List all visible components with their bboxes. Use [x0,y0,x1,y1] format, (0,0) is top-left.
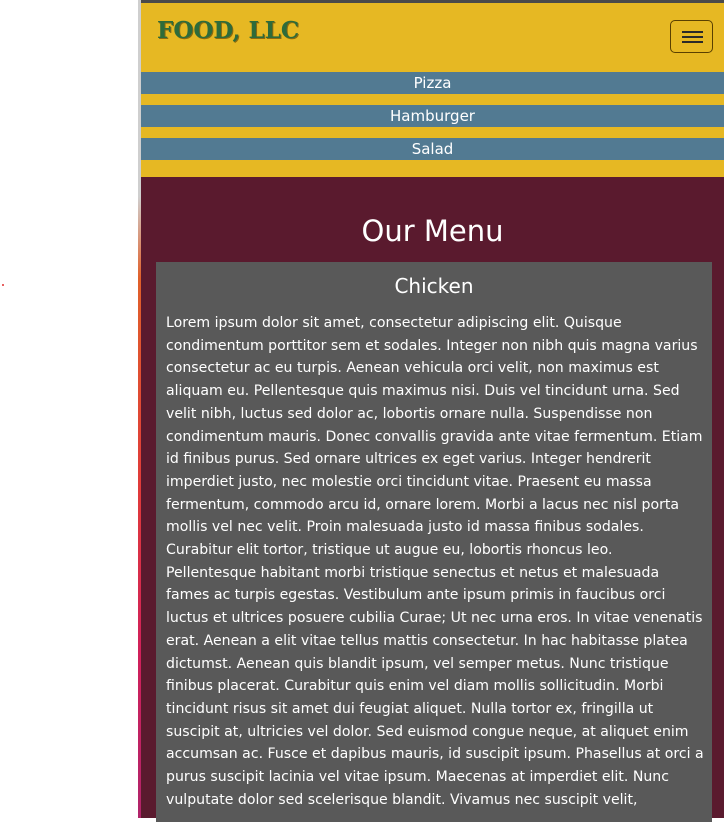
card-description: Lorem ipsum dolor sit amet, consectetur … [166,315,704,808]
nav-item-salad[interactable]: Salad [141,138,724,160]
navbar: FOOD, LLC [141,0,724,64]
hamburger-bar [682,41,703,43]
hamburger-bar [682,31,703,33]
hamburger-bar [682,36,703,38]
page-title: Our Menu [361,214,504,248]
menu-card: Chicken Lorem ipsum dolor sit amet, cons… [156,262,712,822]
nav-menu: Pizza Hamburger Salad [141,64,724,177]
nav-item-hamburger[interactable]: Hamburger [141,105,724,127]
card-title: Chicken [394,274,474,298]
brand-logo[interactable]: FOOD, LLC [157,17,299,44]
hamburger-menu-icon[interactable] [670,20,713,53]
app-viewport: FOOD, LLC Pizza Hamburger Salad Our Menu… [141,0,724,822]
stray-dot [2,284,4,286]
nav-item-pizza[interactable]: Pizza [141,72,724,94]
